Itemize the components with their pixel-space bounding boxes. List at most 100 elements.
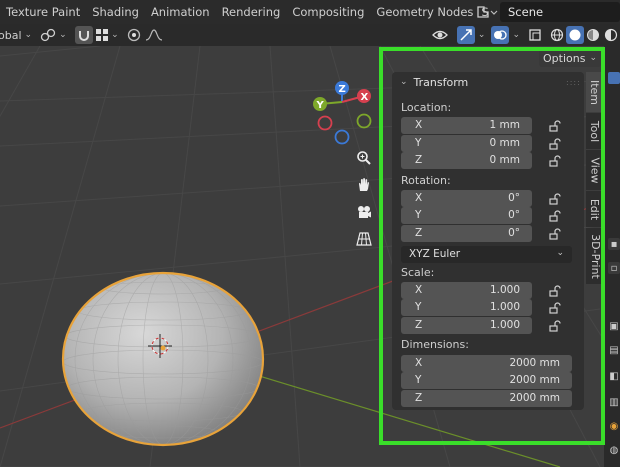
visibility-dropdown[interactable] <box>427 26 453 44</box>
shading-solid-button[interactable] <box>566 26 584 44</box>
field-value: 0 mm <box>489 154 520 166</box>
chevron-down-icon: ⌄ <box>111 30 119 40</box>
lock-icon[interactable] <box>549 228 561 240</box>
field-value: 1.000 <box>489 301 520 313</box>
svg-text:Z: Z <box>339 84 346 95</box>
axis-label: X <box>415 192 423 204</box>
drag-handle-icon[interactable]: :::: <box>566 78 581 87</box>
tab-3d-print[interactable]: 3D-Print <box>586 228 604 284</box>
snap-toggle[interactable] <box>74 26 93 44</box>
rendered-sphere-icon <box>604 28 618 42</box>
zoom-tool[interactable] <box>356 150 378 172</box>
overlays-toggle[interactable] <box>491 26 510 44</box>
shading-rendered-button[interactable] <box>602 26 620 44</box>
gizmo-toggle[interactable] <box>456 26 475 44</box>
tab-tool[interactable]: Tool <box>586 113 604 149</box>
tab-edit[interactable]: Edit <box>586 191 604 227</box>
properties-tab-active[interactable] <box>608 72 620 84</box>
proportional-edit-toggle[interactable] <box>125 26 143 44</box>
field-value: 0° <box>508 209 520 221</box>
transform-panel-title: Transform <box>413 75 469 89</box>
dimensions-label: Dimensions: <box>401 338 469 351</box>
transform-panel-header[interactable]: ⌄ Transform <box>392 72 584 92</box>
axis-label: Y <box>415 301 422 313</box>
properties-tab-icon[interactable]: ▤ <box>608 344 620 356</box>
scene-name-field[interactable]: Scene <box>500 2 620 22</box>
workspace-tab-geometry-nodes[interactable]: Geometry Nodes <box>370 5 479 19</box>
falloff-dropdown[interactable] <box>143 26 165 44</box>
axis-label: Z <box>415 319 423 331</box>
wireframe-sphere-icon <box>550 28 564 42</box>
pivot-point-dropdown[interactable]: ⌄ <box>40 26 75 44</box>
rotation-y-field[interactable]: Y 0° <box>401 207 532 224</box>
axis-label: Z <box>415 392 423 404</box>
field-value: 0 mm <box>489 137 520 149</box>
field-value: 2000 mm <box>509 392 560 404</box>
workspace-tab-texture-paint[interactable]: Texture Paint <box>0 5 86 19</box>
location-y-field[interactable]: Y 0 mm <box>401 135 532 152</box>
ortho-toggle-tool[interactable] <box>356 231 378 253</box>
location-z-field[interactable]: Z 0 mm <box>401 152 532 169</box>
properties-tab-icon[interactable]: ◧ <box>608 370 620 382</box>
workspace-tab-shading[interactable]: Shading <box>86 5 145 19</box>
rotation-mode-dropdown[interactable]: XYZ Euler ⌄ <box>401 246 572 263</box>
workspace-tab-rendering[interactable]: Rendering <box>216 5 287 19</box>
camera-view-tool[interactable] <box>356 204 378 226</box>
axis-label: Z <box>415 154 423 166</box>
eye-icon <box>431 30 448 40</box>
tab-tool-label: Tool <box>588 120 602 142</box>
properties-tab-icon[interactable]: ▫ <box>608 262 620 274</box>
lock-icon[interactable] <box>549 320 561 332</box>
shading-wireframe-button[interactable] <box>548 26 566 44</box>
workspace-tab-animation[interactable]: Animation <box>145 5 216 19</box>
rotation-mode-value: XYZ Euler <box>409 248 461 260</box>
rotation-x-field[interactable]: X 0° <box>401 190 532 207</box>
shading-material-button[interactable] <box>584 26 602 44</box>
lock-icon[interactable] <box>549 138 561 150</box>
transform-orientation-dropdown[interactable]: obal ⌄ <box>0 26 40 44</box>
scale-y-field[interactable]: Y 1.000 <box>401 299 532 316</box>
scale-x-field[interactable]: X 1.000 <box>401 282 532 299</box>
scene-selector[interactable] <box>474 0 498 24</box>
scale-z-field[interactable]: Z 1.000 <box>401 317 532 334</box>
scale-label: Scale: <box>401 266 435 279</box>
properties-tab-icon[interactable]: ▣ <box>608 320 620 332</box>
tab-item[interactable]: Item <box>586 72 604 112</box>
sphere-object[interactable] <box>61 271 265 447</box>
properties-tab-icon[interactable]: ▥ <box>608 396 620 408</box>
snap-target-dropdown[interactable]: ⌄ <box>95 26 119 44</box>
lock-icon[interactable] <box>549 155 561 167</box>
snap-grid-icon <box>95 29 108 41</box>
pan-tool[interactable] <box>356 177 378 199</box>
properties-tab-icon[interactable]: ▪ <box>608 238 620 250</box>
chevron-down-icon[interactable]: ⌄ <box>512 30 520 40</box>
lock-icon[interactable] <box>549 210 561 222</box>
scene-icon <box>477 6 498 18</box>
lock-icon[interactable] <box>549 193 561 205</box>
solid-sphere-icon <box>569 29 581 41</box>
field-value: 1.000 <box>489 319 520 331</box>
xray-toggle[interactable] <box>526 26 544 44</box>
location-x-field[interactable]: X 1 mm <box>401 117 532 134</box>
chevron-down-icon: ⌄ <box>589 53 597 63</box>
chevron-down-icon: ⌄ <box>556 248 564 258</box>
properties-tab-icon[interactable]: ◉ <box>608 420 620 432</box>
dimensions-y-field[interactable]: Y 2000 mm <box>401 372 572 389</box>
tab-3d-print-label: 3D-Print <box>588 233 602 279</box>
dimensions-z-field[interactable]: Z 2000 mm <box>401 390 572 407</box>
workspace-tab-compositing[interactable]: Compositing <box>286 5 370 19</box>
lock-icon[interactable] <box>549 302 561 314</box>
gizmo-neg-z <box>334 129 350 145</box>
svg-text:X: X <box>361 92 369 103</box>
magnet-icon <box>78 31 89 41</box>
dimensions-x-field[interactable]: X 2000 mm <box>401 355 572 372</box>
field-value: 0° <box>508 192 520 204</box>
properties-tab-icon[interactable]: ◍ <box>608 444 620 456</box>
field-value: 1 mm <box>489 119 520 131</box>
chevron-down-icon[interactable]: ⌄ <box>478 30 486 40</box>
lock-icon[interactable] <box>549 120 561 132</box>
rotation-z-field[interactable]: Z 0° <box>401 225 532 242</box>
options-dropdown[interactable]: Options ⌄ <box>539 49 601 67</box>
tab-view[interactable]: View <box>586 150 604 190</box>
lock-icon[interactable] <box>549 285 561 297</box>
